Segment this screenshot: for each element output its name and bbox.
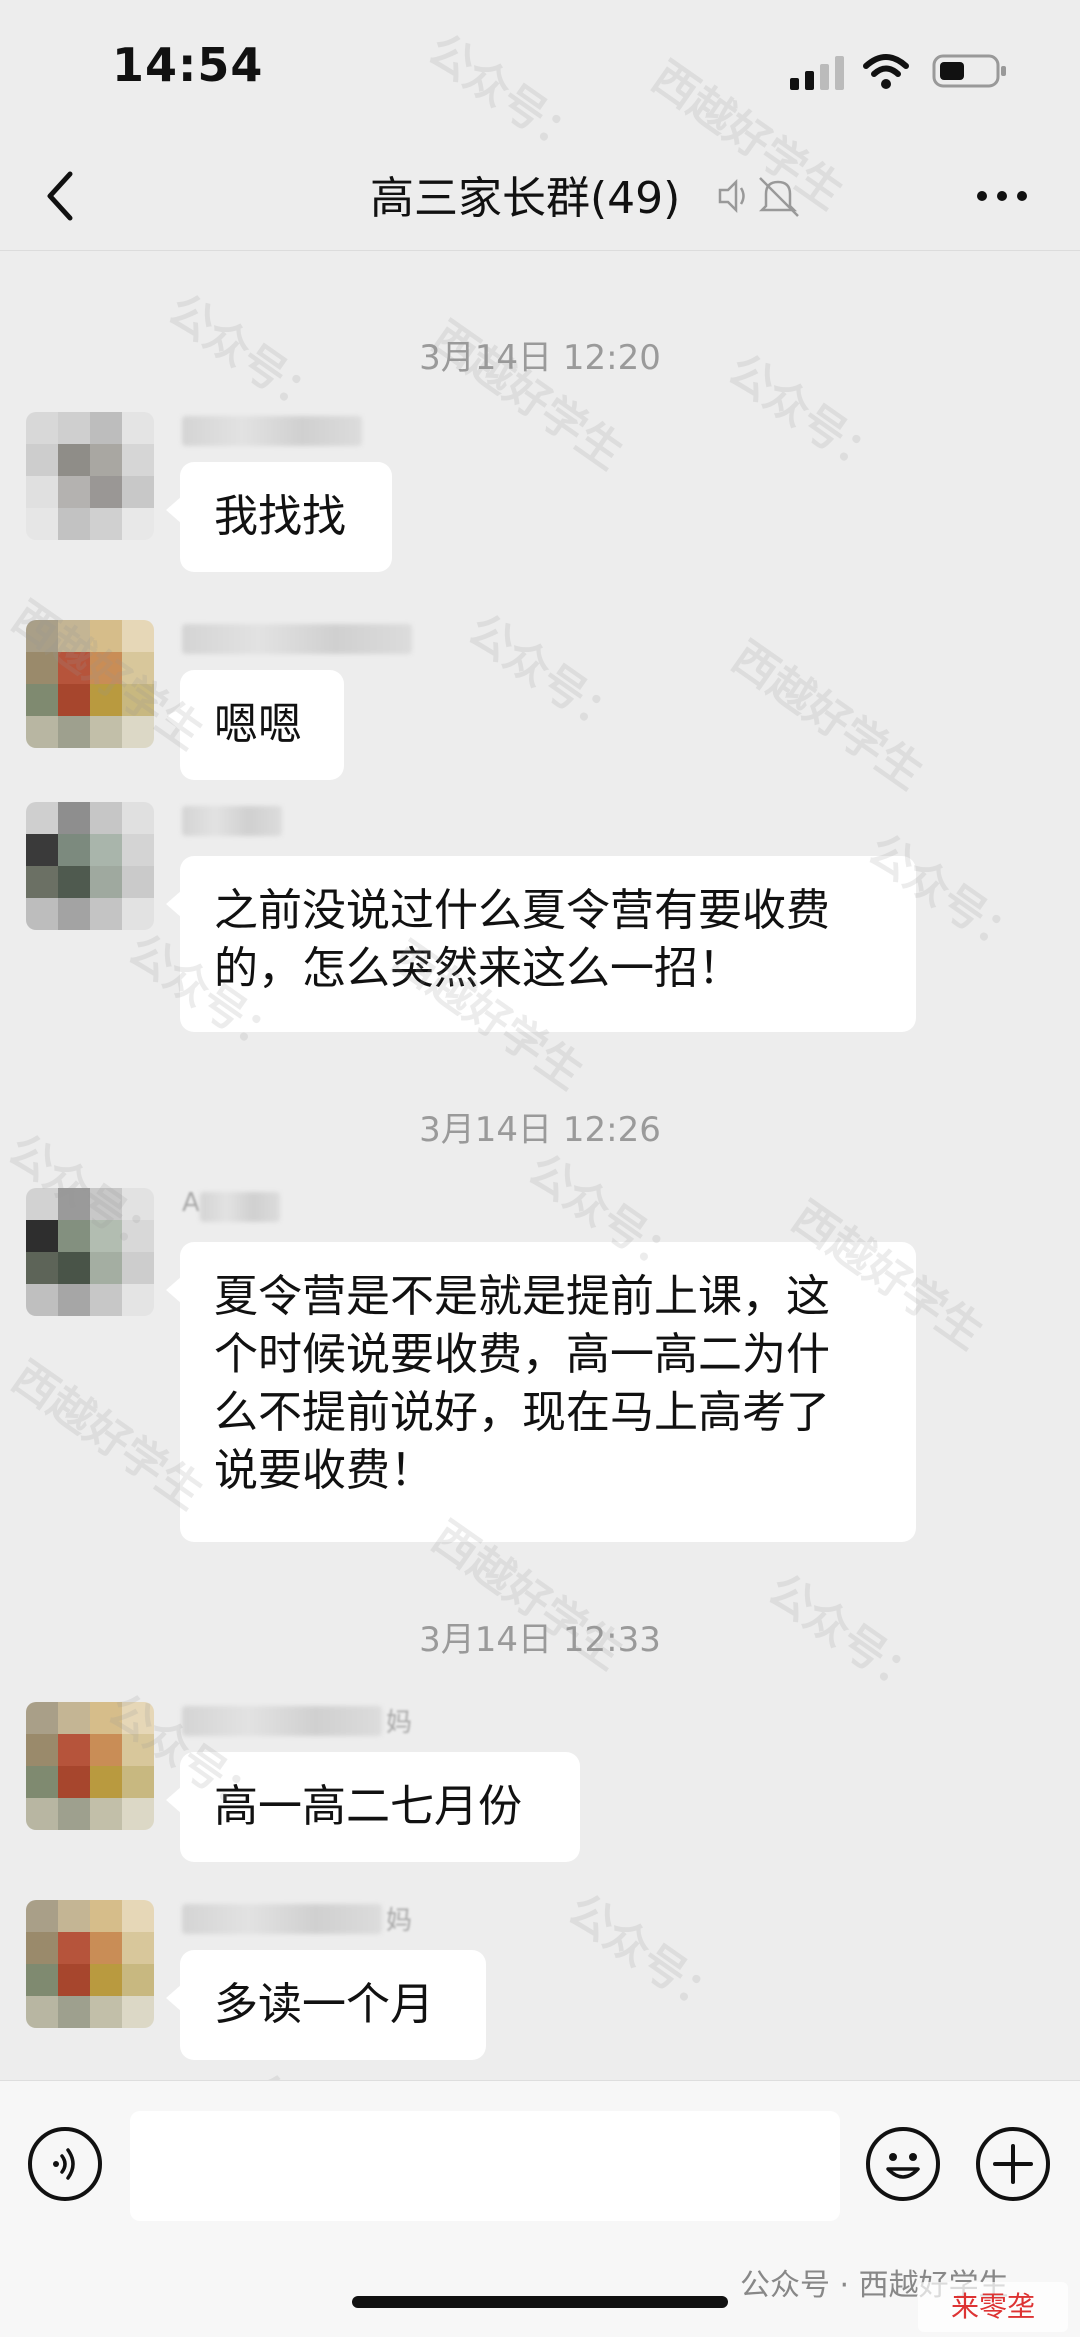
avatar[interactable] <box>26 802 154 930</box>
message-bubble[interactable]: 夏令营是不是就是提前上课，这 个时候说要收费，高一高二为什 么不提前说好，现在马… <box>166 1242 916 1542</box>
message-bubble[interactable]: 多读一个月 <box>166 1950 486 2060</box>
message-timestamp: 3月14日 12:26 <box>419 1110 661 1150</box>
sender-name: 妈 <box>386 1708 413 1738</box>
emoji-icon <box>886 2153 920 2179</box>
corner-logo: 来零垄 <box>918 2282 1068 2332</box>
message-text-line: 的，怎么突然来这么一招！ <box>214 943 742 994</box>
sender-name: A <box>182 1188 200 1218</box>
message-text-line: 说要收费！ <box>214 1445 434 1496</box>
plus-icon <box>993 2144 1033 2184</box>
more-icon[interactable] <box>974 178 1030 214</box>
sender-name-blurred <box>182 1706 382 1736</box>
message-list[interactable]: 3月14日 12:20 我找找 嗯嗯 之前没说过什么夏令营有要收费 的，怎么突然… <box>0 250 1080 2080</box>
battery-icon <box>932 54 1006 88</box>
sender-name-blurred <box>182 806 282 836</box>
status-bar: 14:54 <box>0 0 1080 140</box>
chat-header: 高三家长群(49) <box>0 140 1080 251</box>
message-timestamp: 3月14日 12:20 <box>419 338 661 378</box>
message-text: 高一高二七月份 <box>214 1781 522 1832</box>
avatar[interactable] <box>26 620 154 748</box>
emoji-button[interactable] <box>866 2127 940 2201</box>
wifi-icon <box>863 54 909 89</box>
group-title: 高三家长群(49) <box>370 173 681 224</box>
mute-bell-icon <box>758 177 799 217</box>
message-text-line: 之前没说过什么夏令营有要收费 <box>214 885 830 936</box>
message-bubble[interactable]: 之前没说过什么夏令营有要收费 的，怎么突然来这么一招！ <box>166 856 916 1032</box>
avatar[interactable] <box>26 1900 154 2028</box>
voice-input-button[interactable] <box>28 2127 102 2201</box>
mute-status-icons <box>718 177 799 217</box>
speaker-icon <box>718 178 745 214</box>
message-input[interactable] <box>130 2111 840 2221</box>
voice-icon <box>53 2148 75 2180</box>
message-bubble[interactable]: 嗯嗯 <box>166 670 344 780</box>
more-actions-button[interactable] <box>976 2127 1050 2201</box>
chat-screen: 14:54 高三家长群(49) 3月14日 12:20 我找找 嗯嗯 之前没说过… <box>0 0 1080 2337</box>
avatar[interactable] <box>26 1188 154 1316</box>
home-indicator[interactable] <box>352 2296 728 2308</box>
signal-icon <box>790 56 844 90</box>
status-time: 14:54 <box>112 38 264 92</box>
message-bubble[interactable]: 我找找 <box>166 462 392 572</box>
message-bubble[interactable]: 高一高二七月份 <box>166 1752 580 1862</box>
message-text: 多读一个月 <box>214 1979 434 2030</box>
message-text-line: 夏令营是不是就是提前上课，这 <box>214 1271 830 1322</box>
message-text: 嗯嗯 <box>214 699 302 750</box>
sender-name: 妈 <box>386 1906 413 1936</box>
avatar[interactable] <box>26 412 154 540</box>
message-text: 我找找 <box>214 491 346 542</box>
sender-name-blurred <box>182 1904 382 1934</box>
avatar[interactable] <box>26 1702 154 1830</box>
message-text-line: 么不提前说好，现在马上高考了 <box>214 1387 830 1438</box>
message-text-line: 个时候说要收费，高一高二为什 <box>214 1329 830 1380</box>
message-timestamp: 3月14日 12:33 <box>419 1620 661 1660</box>
sender-name-blurred <box>182 416 362 446</box>
sender-name-blurred <box>200 1192 280 1222</box>
sender-name-blurred <box>182 624 412 654</box>
back-icon[interactable] <box>40 166 80 226</box>
